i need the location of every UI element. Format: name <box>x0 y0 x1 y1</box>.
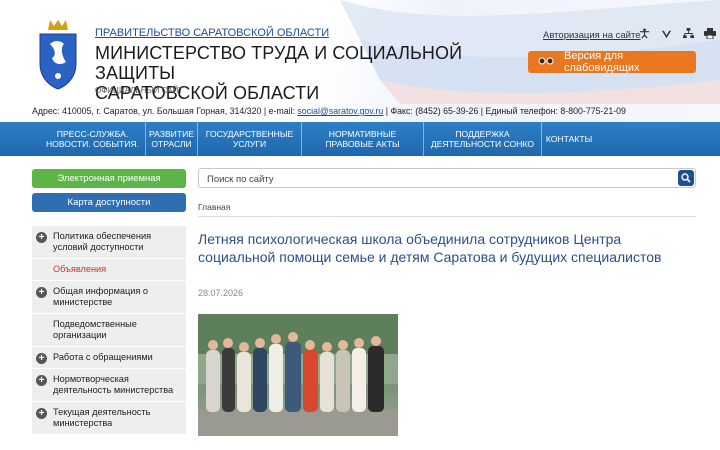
sidebar-menu: + Политика обеспечения условий доступнос… <box>32 226 186 435</box>
sitemap-icon[interactable] <box>682 27 694 39</box>
contact-address: Адрес: 410005, г. Саратов, ул. Большая Г… <box>32 106 626 116</box>
nav-legal-acts[interactable]: НОРМАТИВНЫЕ ПРАВОВЫЕ АКТЫ <box>302 122 424 156</box>
sidebar-item-label: Подведомственные организации <box>53 319 137 340</box>
nav-public-services[interactable]: ГОСУДАРСТВЕННЫЕ УСЛУГИ <box>198 122 302 156</box>
sidebar-item-label: Объявления <box>53 264 107 274</box>
divider <box>198 216 696 217</box>
vk-icon[interactable] <box>660 27 672 39</box>
article-photo[interactable] <box>198 314 398 436</box>
group-photo-illustration <box>198 314 398 436</box>
plus-icon[interactable]: + <box>36 232 47 243</box>
low-vision-version-button[interactable]: Версия для слабовидящих <box>528 50 696 74</box>
e-reception-button[interactable]: Электронная приемная <box>32 169 186 188</box>
sidebar-item-general-info[interactable]: + Общая информация о министерстве <box>32 281 186 314</box>
nav-legal-acts-line2: ПРАВОВЫЕ АКТЫ <box>325 139 400 149</box>
plus-icon[interactable]: + <box>36 408 47 419</box>
official-site-label: ОФИЦИАЛЬНЫЙ САЙТ <box>95 86 184 95</box>
nav-industry-development-line1: РАЗВИТИЕ <box>148 128 195 139</box>
nav-press-service-line1: ПРЕСС-СЛУЖБА. <box>56 128 129 139</box>
plus-icon[interactable]: + <box>36 353 47 364</box>
site-header: ПРАВИТЕЛЬСТВО САРАТОВСКОЙ ОБЛАСТИ МИНИСТ… <box>0 0 720 122</box>
auth-link[interactable]: Авторизация на сайте <box>543 30 641 41</box>
nav-sonko-support-line1: ПОДДЕРЖКА <box>455 128 510 139</box>
main-nav: ПРЕСС-СЛУЖБА. НОВОСТИ. СОБЫТИЯ. РАЗВИТИЕ О… <box>0 122 720 156</box>
sidebar-item-label: Работа с обращениями <box>53 352 153 362</box>
nav-industry-development[interactable]: РАЗВИТИЕ ОТРАСЛИ <box>146 122 198 156</box>
article-title: Летняя психологическая школа объединила … <box>198 231 662 265</box>
sidebar-item-subordinate-orgs[interactable]: Подведомственные организации <box>32 314 186 347</box>
nav-public-services-line2: УСЛУГИ <box>232 139 267 149</box>
search-icon <box>681 173 691 183</box>
search-input[interactable] <box>205 171 669 187</box>
sidebar-item-label: Политика обеспечения условий доступности <box>53 231 152 252</box>
search-button[interactable] <box>678 170 694 186</box>
eye-glasses-icon <box>538 56 554 68</box>
nav-contacts[interactable]: КОНТАКТЫ <box>542 122 596 156</box>
accessibility-map-button[interactable]: Карта доступности <box>32 193 186 212</box>
sidebar-item-announcements[interactable]: Объявления <box>32 259 186 281</box>
government-link[interactable]: ПРАВИТЕЛЬСТВО САРАТОВСКОЙ ОБЛАСТИ <box>95 27 329 39</box>
low-vision-version-label: Версия для слабовидящих <box>564 50 640 74</box>
plus-icon[interactable]: + <box>36 375 47 386</box>
nav-sonko-support-line2: ДЕЯТЕЛЬНОСТИ СОНКО <box>430 139 535 149</box>
nav-industry-development-line2: ОТРАСЛИ <box>151 139 192 149</box>
address-text: Адрес: 410005, г. Саратов, ул. Большая Г… <box>32 106 298 116</box>
nav-press-service[interactable]: ПРЕСС-СЛУЖБА. НОВОСТИ. СОБЫТИЯ. <box>40 122 146 156</box>
header-icons <box>638 27 716 39</box>
ministry-title-line1: МИНИСТЕРСТВО ТРУДА И СОЦИАЛЬНОЙ ЗАЩИТЫ <box>95 43 463 83</box>
plus-icon[interactable]: + <box>36 287 47 298</box>
print-icon[interactable] <box>704 27 716 39</box>
fax-phone-text: | Факс: (8452) 65-39-26 | Единый телефон… <box>383 106 626 116</box>
sidebar-item-appeals[interactable]: + Работа с обращениями <box>32 347 186 369</box>
nav-sonko-support[interactable]: ПОДДЕРЖКА ДЕЯТЕЛЬНОСТИ СОНКО <box>424 122 542 156</box>
breadcrumb[interactable]: Главная <box>198 202 230 212</box>
sidebar-item-rulemaking[interactable]: + Нормотворческая деятельность министерс… <box>32 369 186 402</box>
article-date: 28.07.2026 <box>198 288 244 298</box>
nav-press-service-line2: НОВОСТИ. СОБЫТИЯ. <box>45 139 140 149</box>
sidebar-item-accessibility-policy[interactable]: + Политика обеспечения условий доступнос… <box>32 226 186 259</box>
accessibility-icon[interactable] <box>638 27 650 39</box>
coat-of-arms-icon <box>39 20 77 90</box>
sidebar-item-label: Текущая деятельность министерства <box>53 407 151 428</box>
site-search <box>198 168 696 188</box>
nav-legal-acts-line1: НОРМАТИВНЫЕ <box>328 128 397 139</box>
sidebar-item-label: Общая информация о министерстве <box>53 286 149 307</box>
nav-public-services-line1: ГОСУДАРСТВЕННЫЕ <box>205 128 294 139</box>
email-link[interactable]: social@saratov.gov.ru <box>297 106 383 116</box>
sidebar-item-label: Нормотворческая деятельность министерств… <box>53 374 174 395</box>
sidebar-item-current-activity[interactable]: + Текущая деятельность министерства <box>32 402 186 435</box>
nav-contacts-label: КОНТАКТЫ <box>545 133 593 144</box>
